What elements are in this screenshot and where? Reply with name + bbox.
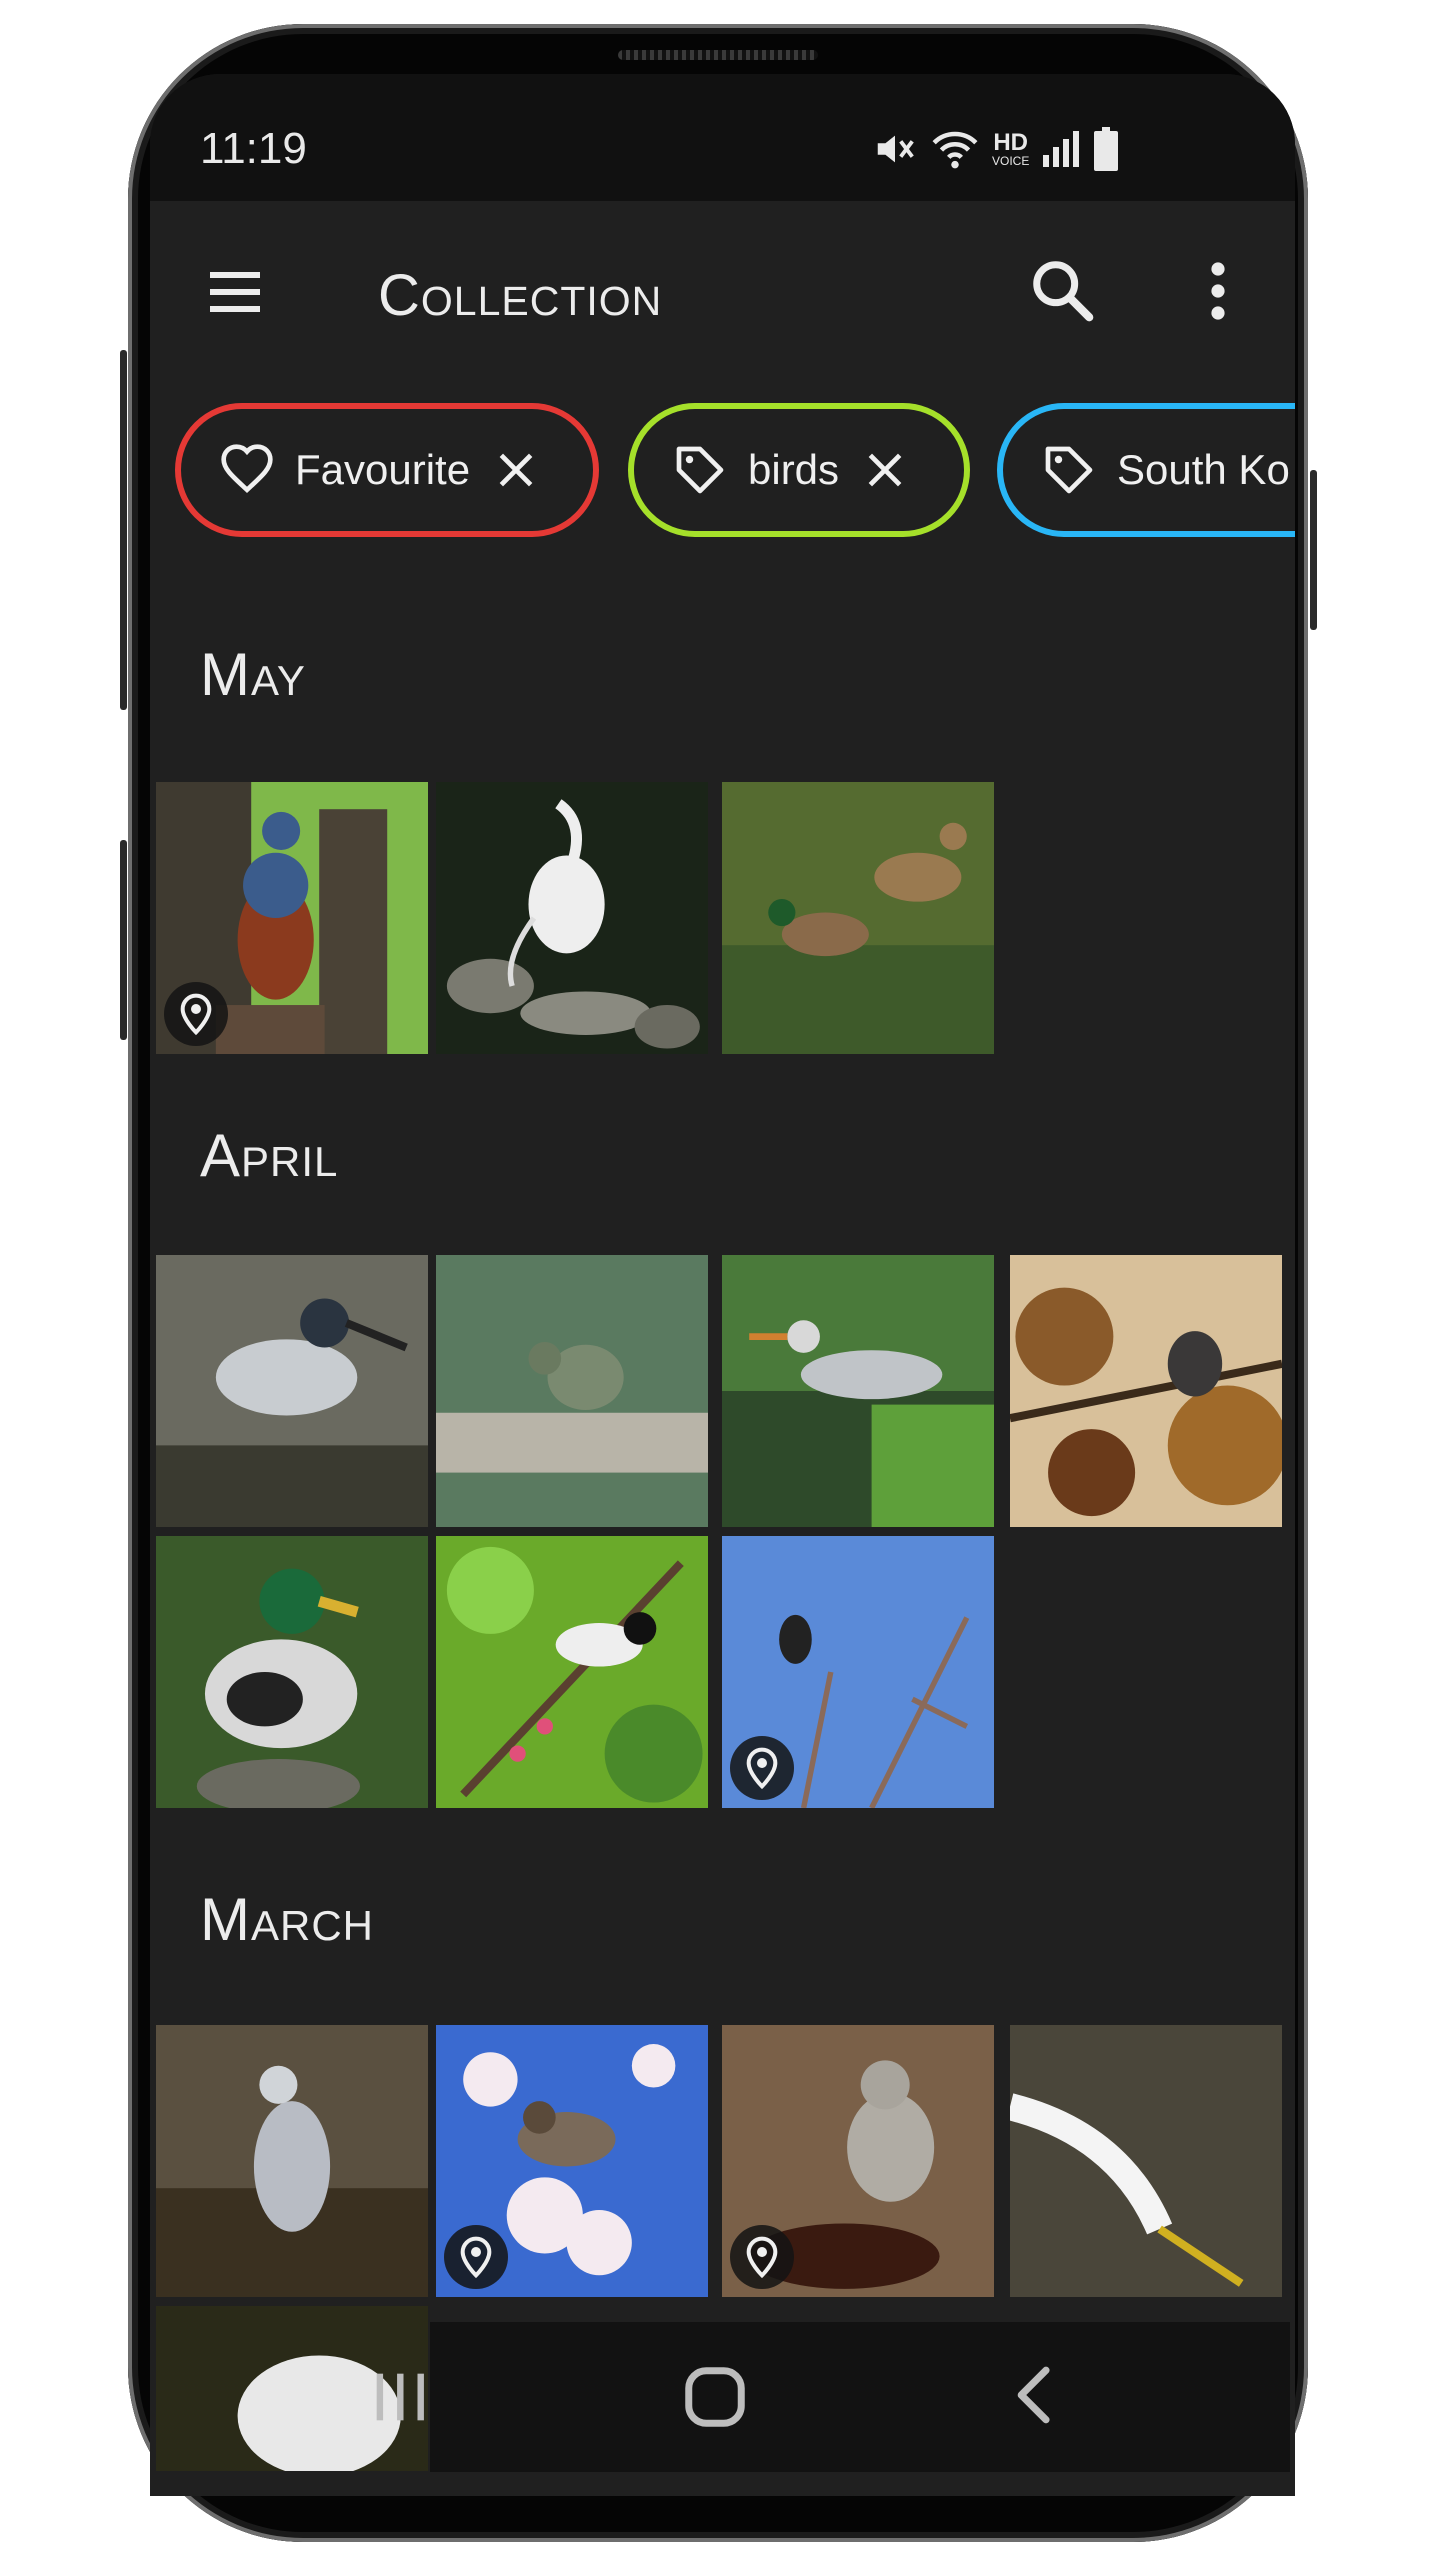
photo-thumbnail[interactable] [722,1536,994,1808]
photo-thumbnail[interactable] [156,2025,428,2297]
voice-label: VOICE [992,154,1030,168]
filter-chip-favourite[interactable]: Favourite [175,403,599,537]
app-bar [150,201,1295,366]
photo-thumbnail[interactable] [436,782,708,1054]
home-icon[interactable] [680,2362,750,2432]
photo-thumbnail[interactable] [1010,1255,1282,1527]
photo-mallard-drake [156,1536,428,1808]
photo-thumbnail[interactable] [436,1536,708,1808]
photo-thumbnail[interactable] [722,782,994,1054]
earpiece-speaker [618,50,818,60]
section-title-may: May [200,641,306,708]
status-bar: 11:19 HD VOICE [150,74,1295,201]
photo-egret [1010,2025,1282,2297]
mute-icon [877,135,914,163]
back-icon[interactable] [1010,2362,1060,2428]
more-vert-icon[interactable] [1200,258,1236,324]
close-icon[interactable] [863,448,907,492]
photo-thumbnail[interactable] [722,2025,994,2297]
photo-heron [156,2025,428,2297]
filter-chip-birds[interactable]: birds [628,403,970,537]
photo-thumbnail[interactable] [1010,2025,1282,2297]
photo-thumbnail[interactable] [156,1255,428,1527]
chip-clip: South Ko [995,400,1295,540]
photo-great-egret [436,782,708,1054]
battery-icon [1094,127,1119,171]
status-time: 11:19 [200,124,307,173]
search-icon[interactable] [1028,256,1098,326]
photo-tit-on-blossom [436,1536,708,1808]
photo-thumbnail[interactable] [156,782,428,1054]
signal-icon [1043,131,1080,167]
hd-voice-icon: HD VOICE [992,129,1030,168]
photo-bird-on-branch [1010,1255,1282,1527]
filter-chip-south-korea[interactable]: South Ko [997,403,1295,537]
status-icons: HD VOICE [872,124,1119,174]
photo-night-heron [156,1255,428,1527]
photo-kingfisher [436,1255,708,1527]
location-pin-icon [180,993,212,1036]
chip-label: birds [748,446,840,493]
recents-icon[interactable] [365,2367,435,2427]
photo-thumbnail[interactable] [156,1536,428,1808]
hd-label: HD [993,129,1028,156]
menu-icon[interactable] [205,262,265,322]
location-pin [730,1736,794,1800]
section-title-april: April [200,1122,339,1189]
location-pin-icon [746,1747,778,1790]
photo-thumbnail[interactable] [436,2025,708,2297]
photo-grey-heron [722,1255,994,1527]
photo-mallards [722,782,994,1054]
bixby-button [120,840,127,1040]
location-pin [444,2225,508,2289]
navigation-bar [430,2322,1290,2472]
section-title-march: March [200,1886,374,1953]
wifi-icon [932,131,978,169]
location-pin-icon [746,2236,778,2279]
location-pin [164,982,228,1046]
heart-icon [221,444,273,494]
photo-thumbnail[interactable] [436,1255,708,1527]
chip-label: Favourite [295,446,471,493]
chip-label: South Ko [1117,446,1290,493]
power-button [1310,470,1317,630]
tag-icon [676,446,724,494]
volume-button [120,350,127,710]
location-pin-icon [460,2236,492,2279]
close-icon[interactable] [494,448,538,492]
photo-thumbnail[interactable] [722,1255,994,1527]
location-pin [730,2225,794,2289]
tag-icon [1045,446,1093,494]
page-title: Collection [378,263,663,328]
